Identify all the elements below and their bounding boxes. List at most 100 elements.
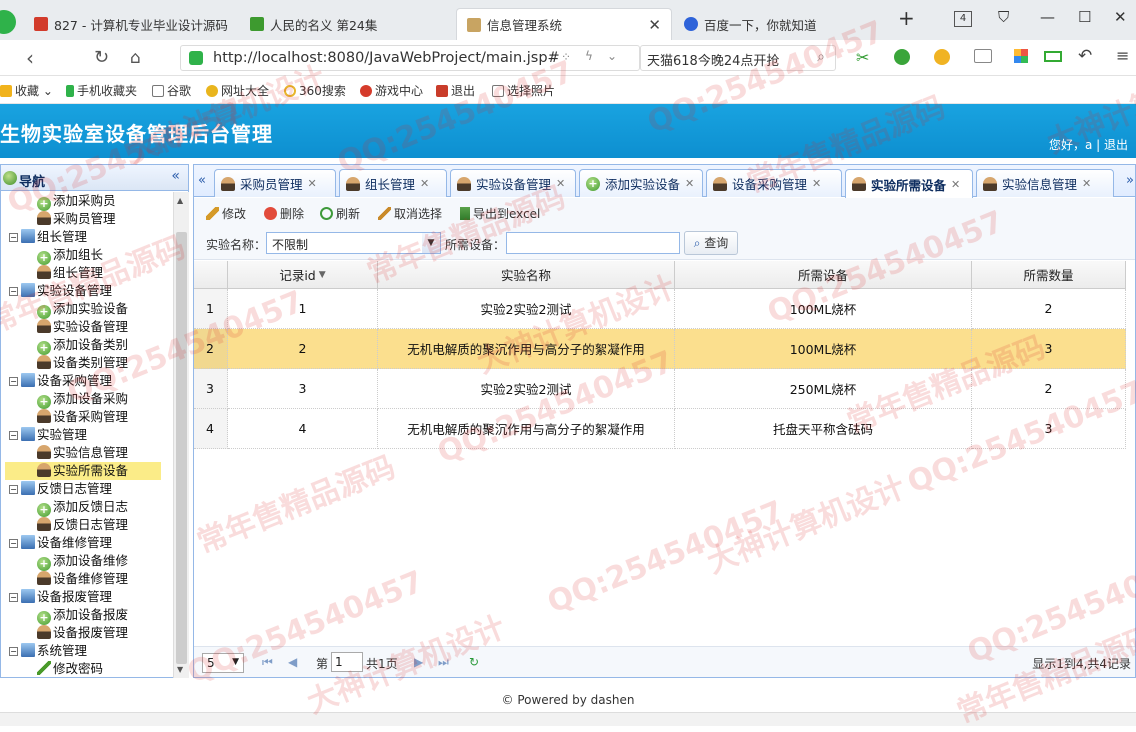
scroll-down-icon[interactable]: ▼ [177, 665, 183, 674]
table-row[interactable]: 4 4 无机电解质的聚沉作用与高分子的絮凝作用 托盘天平称含砝码 3 [194, 409, 1135, 449]
back-icon[interactable]: ‹ [26, 46, 34, 70]
nav-item[interactable]: + 添加采购员 [37, 192, 116, 211]
close-tab-icon[interactable]: ✕ [640, 16, 661, 34]
translate-icon[interactable] [894, 49, 910, 65]
export-excel-button[interactable]: 导出到excel [460, 205, 540, 222]
collapse-toggle-icon[interactable]: − [9, 485, 18, 494]
panel-tab[interactable]: 实验设备管理 ✕ [450, 169, 576, 197]
browser-tab-2[interactable]: 人民的名义 第24集 [240, 8, 454, 40]
prev-page-icon[interactable]: ◀ [288, 655, 297, 669]
nav-item[interactable]: 设备类别管理 [37, 354, 128, 372]
exp-name-select[interactable]: 不限制 ▼ [266, 232, 441, 254]
close-window-icon[interactable]: ✕ [1114, 8, 1127, 26]
nav-item[interactable]: − 实验管理 [9, 426, 87, 444]
lightning-icon[interactable]: ϟ [585, 49, 593, 63]
search-input[interactable]: 天猫618今晚24点开抢 ⌕ [640, 45, 836, 71]
nav-item[interactable]: 反馈日志管理 [37, 516, 128, 534]
nav-item[interactable]: 实验设备管理 [37, 318, 128, 336]
nav-item[interactable]: 设备维修管理 [37, 570, 128, 588]
collapse-toggle-icon[interactable]: − [9, 647, 18, 656]
tabs-scroll-left-icon[interactable]: « [198, 173, 206, 188]
table-row[interactable]: 1 1 实验2实验2测试 100ML烧杯 2 [194, 289, 1135, 329]
screenshot-icon[interactable] [974, 49, 992, 63]
bookmark-360[interactable]: 360搜索 [284, 82, 346, 99]
close-tab-icon[interactable]: ✕ [685, 177, 694, 190]
nav-item[interactable]: + 添加实验设备 [37, 300, 128, 319]
bookmark-games[interactable]: 游戏中心 [360, 82, 423, 99]
shirt-icon[interactable]: ⛉ [998, 8, 1009, 26]
panel-tab[interactable]: 采购员管理 ✕ [214, 169, 336, 197]
panel-tab[interactable]: + 添加实验设备 ✕ [579, 169, 703, 197]
coupon-icon[interactable] [934, 49, 950, 65]
chevron-down-icon[interactable]: ▼ [422, 233, 440, 253]
nav-item[interactable]: 设备报废管理 [37, 624, 128, 642]
home-icon[interactable]: ⌂ [130, 48, 141, 68]
scroll-thumb[interactable] [176, 232, 187, 664]
close-tab-icon[interactable]: ✕ [1082, 177, 1091, 190]
first-page-icon[interactable]: ⏮ [262, 655, 273, 670]
welcome-logout-link[interactable]: 您好，a | 退出 [1049, 136, 1128, 153]
nav-item[interactable]: 采购员管理 [37, 210, 116, 228]
device-input[interactable] [506, 232, 680, 254]
bookmark-photo[interactable]: 选择照片 [492, 82, 555, 99]
bookmark-logout[interactable]: 退出 [436, 82, 475, 99]
collapse-toggle-icon[interactable]: − [9, 431, 18, 440]
bookmark-hao[interactable]: 网址大全 [206, 82, 269, 99]
url-field[interactable]: http://localhost:8080/JavaWebProject/mai… [180, 45, 640, 71]
column-header-id[interactable]: 记录id ▼ [228, 261, 378, 289]
search-icon[interactable]: ⌕ [817, 49, 825, 65]
collapse-toggle-icon[interactable]: − [9, 287, 18, 296]
bookmark-mobile[interactable]: 手机收藏夹 [66, 82, 137, 99]
browser-tab-1[interactable]: 827 - 计算机专业毕业设计源码 [24, 8, 238, 40]
nav-scrollbar[interactable]: ▲ ▼ [173, 192, 189, 678]
table-row[interactable]: 3 3 实验2实验2测试 250ML烧杯 2 [194, 369, 1135, 409]
collapse-toggle-icon[interactable]: − [9, 233, 18, 242]
nav-item[interactable]: + 添加设备报废 [37, 606, 128, 625]
last-page-icon[interactable]: ⏭ [438, 655, 449, 670]
reload-page-icon[interactable]: ↻ [469, 655, 479, 669]
apps-icon[interactable] [1014, 49, 1028, 63]
nav-item[interactable]: 修改密码 [37, 660, 103, 678]
tabs-scroll-right-icon[interactable]: » [1126, 173, 1134, 188]
collapse-icon[interactable]: « [171, 168, 180, 184]
bookmark-favorites[interactable]: 收藏 ⌄ [0, 82, 53, 99]
nav-item[interactable]: + 添加组长 [37, 246, 103, 265]
nav-item[interactable]: − 反馈日志管理 [9, 480, 112, 498]
panel-tab[interactable]: 设备采购管理 ✕ [706, 169, 842, 197]
battery-icon[interactable] [1044, 51, 1062, 62]
chevron-down-icon[interactable]: ⌄ [607, 49, 617, 63]
nav-item[interactable]: − 系统管理 [9, 642, 87, 660]
nav-item[interactable]: 实验所需设备 [5, 462, 161, 480]
delete-button[interactable]: 删除 [264, 205, 304, 222]
close-tab-icon[interactable]: ✕ [308, 177, 317, 190]
panel-tab[interactable]: 实验所需设备 ✕ [845, 169, 973, 198]
column-header-device[interactable]: 所需设备 [675, 261, 972, 289]
collapse-toggle-icon[interactable]: − [9, 539, 18, 548]
close-tab-icon[interactable]: ✕ [812, 177, 821, 190]
next-page-icon[interactable]: ▶ [414, 655, 423, 669]
browser-logo-icon[interactable] [0, 10, 16, 34]
reload-icon[interactable]: ↻ [94, 47, 109, 68]
collapse-toggle-icon[interactable]: − [9, 593, 18, 602]
close-tab-icon[interactable]: ✕ [420, 177, 429, 190]
new-tab-icon[interactable]: + [898, 6, 915, 30]
nav-item[interactable]: − 设备采购管理 [9, 372, 112, 390]
panel-tab[interactable]: 实验信息管理 ✕ [976, 169, 1114, 197]
close-tab-icon[interactable]: ✕ [556, 177, 565, 190]
unselect-button[interactable]: 取消选择 [378, 205, 442, 222]
tab-count-badge[interactable]: 4 [954, 11, 972, 27]
undo-icon[interactable]: ↶ [1078, 46, 1092, 66]
scissors-icon[interactable]: ✂ [856, 48, 869, 67]
table-row[interactable]: 2 2 无机电解质的聚沉作用与高分子的絮凝作用 100ML烧杯 3 [194, 329, 1135, 369]
nav-item[interactable]: 实验信息管理 [37, 444, 128, 462]
nav-item[interactable]: + 添加设备采购 [37, 390, 128, 409]
nav-item[interactable]: − 实验设备管理 [9, 282, 112, 300]
query-button[interactable]: ⌕ 查询 [684, 231, 738, 255]
edit-button[interactable]: 修改 [206, 205, 246, 222]
refresh-button[interactable]: 刷新 [320, 205, 360, 222]
nav-item[interactable]: + 添加设备维修 [37, 552, 128, 571]
nav-item[interactable]: + 添加设备类别 [37, 336, 128, 355]
close-tab-icon[interactable]: ✕ [951, 178, 960, 191]
column-header-name[interactable]: 实验名称 [378, 261, 675, 289]
browser-tab-4[interactable]: 百度一下，你就知道 [674, 8, 888, 40]
